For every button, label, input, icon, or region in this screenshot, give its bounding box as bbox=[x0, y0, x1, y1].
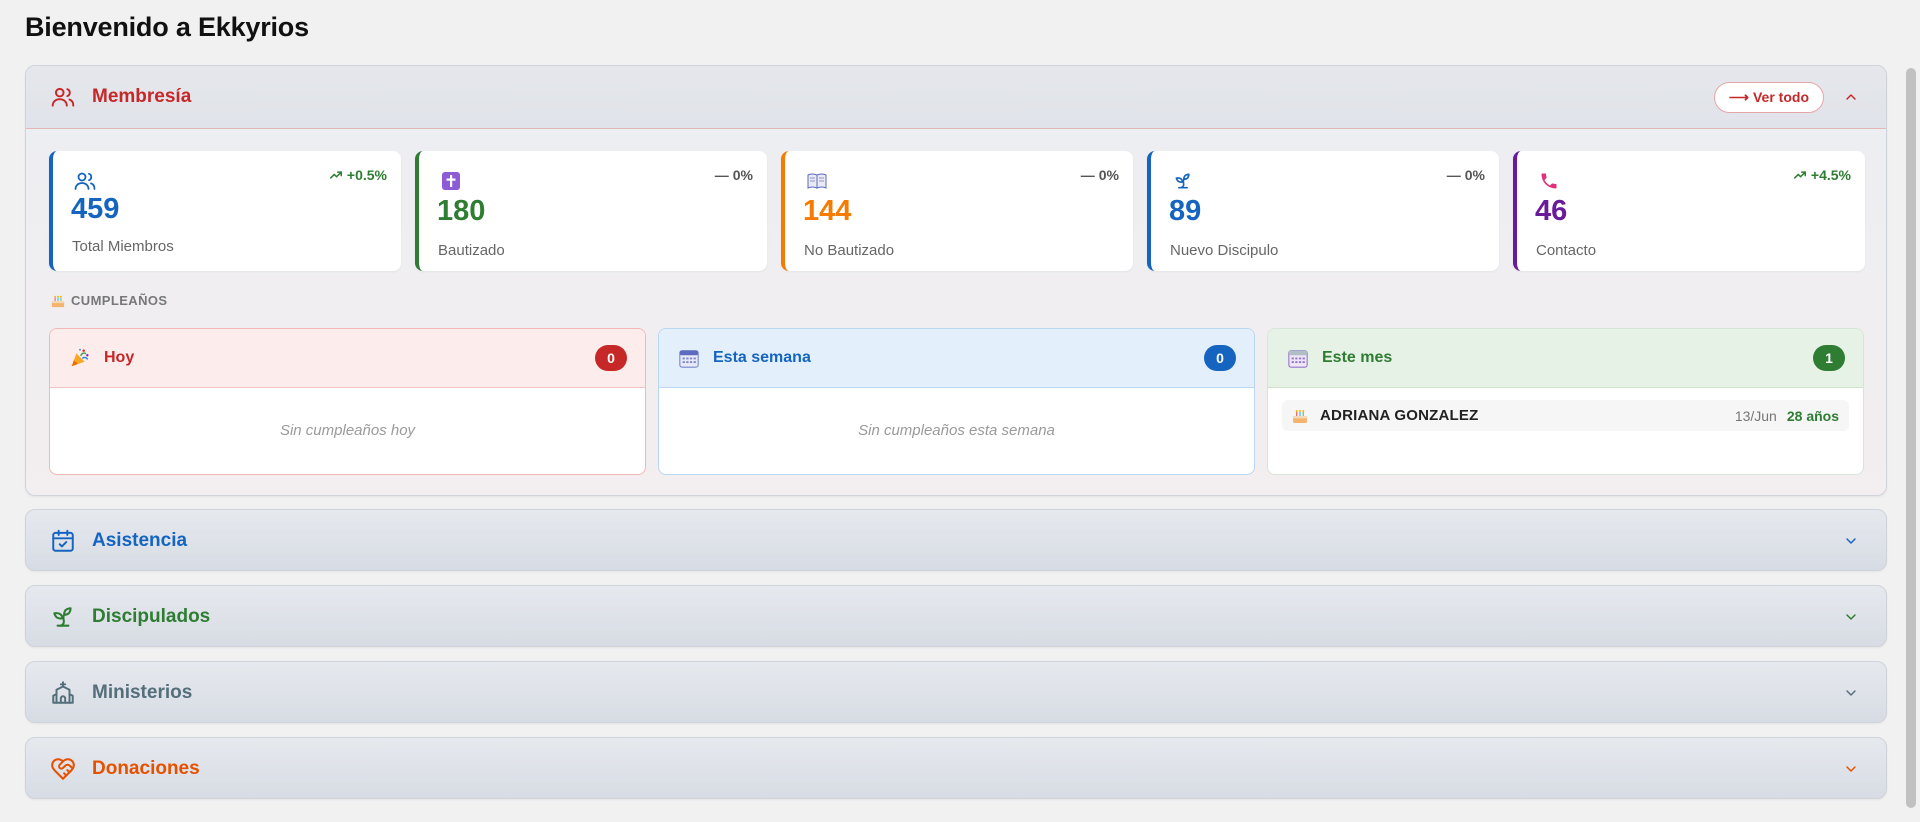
stat-card-total-miembros[interactable]: +0.5% 459 Total Miembros bbox=[49, 151, 401, 271]
phone-icon bbox=[1537, 169, 1561, 193]
stat-card-contacto[interactable]: +4.5% 46 Contacto bbox=[1513, 151, 1865, 271]
birthdays-today-header: Hoy 0 bbox=[50, 329, 645, 388]
asistencia-panel: Asistencia bbox=[25, 509, 1887, 571]
discipulados-title: Discipulados bbox=[92, 606, 211, 627]
stat-card-nuevo-discipulo[interactable]: — 0% 89 Nuevo Discipulo bbox=[1147, 151, 1499, 271]
membresia-header[interactable]: Membresía ⟶ Ver todo bbox=[26, 66, 1886, 129]
dashboard-page: Bienvenido a Ekkyrios Membresía ⟶ Ver to… bbox=[0, 0, 1902, 822]
stats-row: +0.5% 459 Total Miembros — 0% 180 Bautiz… bbox=[49, 151, 1865, 271]
dash-icon: — bbox=[1080, 167, 1095, 183]
birthdays-week-header: Esta semana 0 bbox=[659, 329, 1254, 388]
birthdays-week-count: 0 bbox=[1204, 345, 1236, 371]
chevron-down-icon[interactable] bbox=[1840, 758, 1862, 780]
calendar-icon bbox=[1286, 346, 1310, 370]
dash-icon: — bbox=[1446, 167, 1461, 183]
users-icon bbox=[73, 169, 97, 193]
trending-up-icon bbox=[1793, 171, 1806, 179]
book-icon bbox=[805, 169, 829, 193]
birthdays-heading: CUMPLEAÑOS bbox=[51, 293, 167, 308]
sprout-icon bbox=[1171, 169, 1195, 193]
arrow-right-icon: ⟶ bbox=[1728, 88, 1749, 105]
stat-card-bautizado[interactable]: — 0% 180 Bautizado bbox=[415, 151, 767, 271]
chevron-down-icon[interactable] bbox=[1840, 606, 1862, 628]
party-popper-icon bbox=[68, 346, 92, 370]
asistencia-title: Asistencia bbox=[92, 530, 188, 551]
birthday-person-name: ADRIANA GONZALEZ bbox=[1320, 407, 1479, 424]
donaciones-panel: Donaciones bbox=[25, 737, 1887, 799]
stat-label: No Bautizado bbox=[804, 242, 895, 259]
calendar-check-icon bbox=[50, 528, 76, 554]
scrollbar-thumb[interactable] bbox=[1906, 68, 1916, 808]
stat-trend: — 0% bbox=[714, 167, 753, 183]
stat-trend: +4.5% bbox=[1793, 167, 1851, 183]
cake-icon bbox=[1293, 409, 1307, 423]
chevron-up-icon[interactable] bbox=[1840, 86, 1862, 108]
stat-trend: — 0% bbox=[1446, 167, 1485, 183]
stat-value: 459 bbox=[71, 193, 120, 225]
birthdays-today-card: Hoy 0 Sin cumpleaños hoy bbox=[49, 328, 646, 475]
stat-trend: +0.5% bbox=[329, 167, 387, 183]
birthday-date: 13/Jun bbox=[1734, 407, 1777, 424]
birthdays-month-header: Este mes 1 bbox=[1268, 329, 1863, 388]
dash-icon: — bbox=[714, 167, 729, 183]
cake-icon bbox=[51, 295, 65, 307]
birthdays-week-title: Esta semana bbox=[713, 349, 811, 366]
users-icon bbox=[50, 84, 76, 110]
stat-card-no-bautizado[interactable]: — 0% 144 No Bautizado bbox=[781, 151, 1133, 271]
heart-handshake-icon bbox=[50, 756, 76, 782]
birthdays-today-title: Hoy bbox=[104, 349, 135, 366]
discipulados-header[interactable]: Discipulados bbox=[26, 586, 1886, 646]
birthdays-month-card: Este mes 1 ADRIANA GONZALEZ 13/Jun 28 añ… bbox=[1267, 328, 1864, 475]
birthday-list-item[interactable]: ADRIANA GONZALEZ 13/Jun 28 años bbox=[1282, 400, 1849, 431]
calendar-icon bbox=[677, 346, 701, 370]
stat-value: 89 bbox=[1169, 195, 1202, 227]
trending-up-icon bbox=[329, 171, 342, 179]
ver-todo-button[interactable]: ⟶ Ver todo bbox=[1713, 81, 1824, 113]
page-title: Bienvenido a Ekkyrios bbox=[25, 12, 309, 42]
birthdays-today-empty: Sin cumpleaños hoy bbox=[279, 422, 416, 439]
stat-label: Total Miembros bbox=[72, 238, 174, 255]
birthdays-week-card: Esta semana 0 Sin cumpleaños esta semana bbox=[658, 328, 1255, 475]
ministerios-header[interactable]: Ministerios bbox=[26, 662, 1886, 722]
stat-label: Contacto bbox=[1536, 242, 1597, 259]
birthdays-month-title: Este mes bbox=[1322, 349, 1393, 366]
stat-value: 180 bbox=[437, 195, 486, 227]
birthdays-today-count: 0 bbox=[595, 345, 627, 371]
page-scrollbar[interactable] bbox=[1902, 0, 1920, 822]
stat-value: 46 bbox=[1535, 195, 1568, 227]
asistencia-header[interactable]: Asistencia bbox=[26, 510, 1886, 570]
donaciones-header[interactable]: Donaciones bbox=[26, 738, 1886, 798]
stat-label: Nuevo Discipulo bbox=[1170, 242, 1279, 259]
ministerios-title: Ministerios bbox=[92, 682, 193, 703]
sprout-icon bbox=[50, 604, 76, 630]
chevron-down-icon[interactable] bbox=[1840, 530, 1862, 552]
donaciones-title: Donaciones bbox=[92, 758, 200, 779]
membresia-title: Membresía bbox=[92, 86, 192, 107]
church-icon bbox=[50, 680, 76, 706]
stat-trend: — 0% bbox=[1080, 167, 1119, 183]
membresia-panel: Membresía ⟶ Ver todo +0.5% 459 Total Mie… bbox=[25, 65, 1887, 496]
stat-label: Bautizado bbox=[438, 242, 505, 259]
birthday-age: 28 años bbox=[1786, 407, 1839, 424]
ver-todo-label: Ver todo bbox=[1752, 89, 1809, 105]
discipulados-panel: Discipulados bbox=[25, 585, 1887, 647]
stat-value: 144 bbox=[803, 195, 852, 227]
ministerios-panel: Ministerios bbox=[25, 661, 1887, 723]
birthdays-month-count: 1 bbox=[1813, 345, 1845, 371]
cross-icon bbox=[439, 169, 463, 193]
birthdays-week-empty: Sin cumpleaños esta semana bbox=[858, 422, 1055, 439]
chevron-down-icon[interactable] bbox=[1840, 682, 1862, 704]
